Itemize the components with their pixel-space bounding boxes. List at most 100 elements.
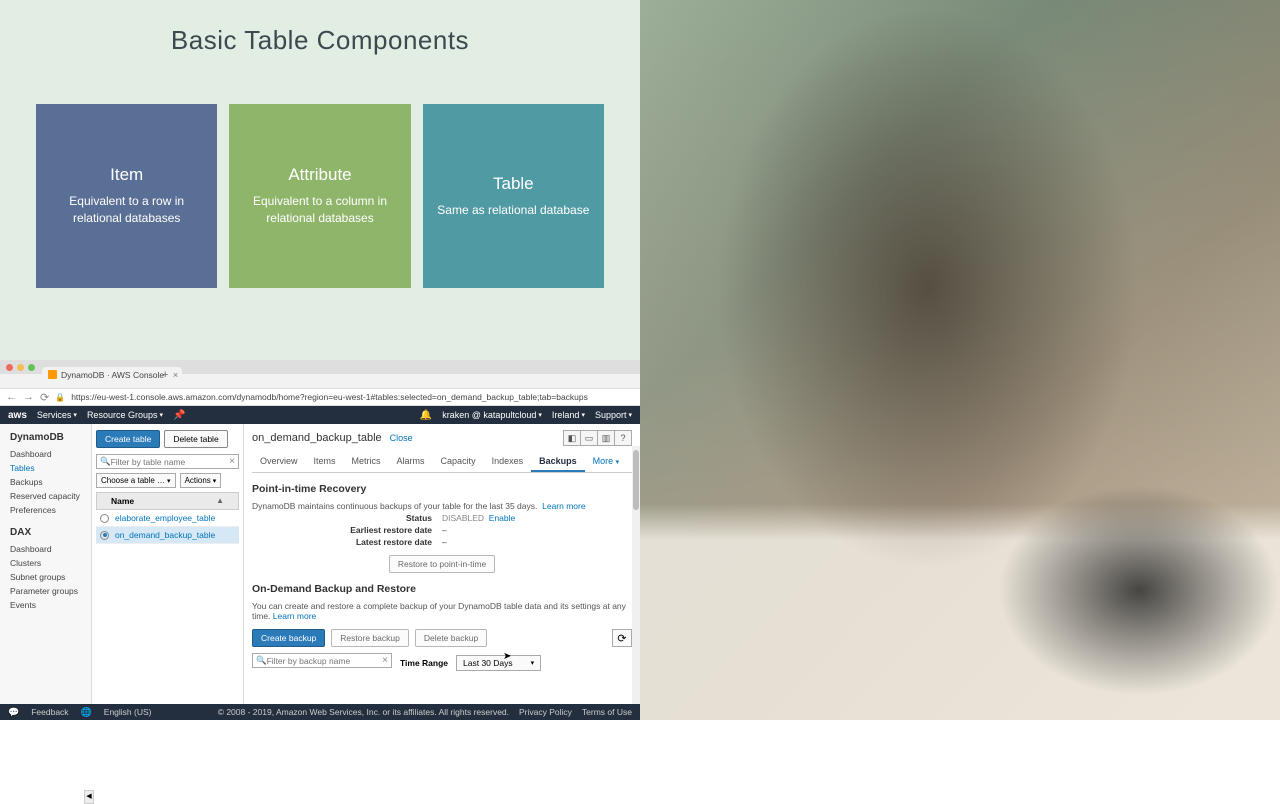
search-icon: 🔍: [256, 655, 267, 666]
presenter-photo: [640, 0, 1280, 720]
console-body: DynamoDB Dashboard Tables Backups Reserv…: [0, 424, 640, 716]
card-desc: Equivalent to a row in relational databa…: [48, 193, 205, 227]
feedback-icon: 💬: [8, 707, 19, 718]
close-tab-icon[interactable]: ×: [173, 370, 178, 380]
delete-table-button[interactable]: Delete table: [164, 430, 227, 448]
detail-panel: on_demand_backup_table Close ◧ ▭ ▥ ? Ove…: [244, 424, 640, 716]
latest-label: Latest restore date: [252, 537, 442, 547]
restore-pitr-button[interactable]: Restore to point-in-time: [389, 555, 495, 573]
clear-filter-icon[interactable]: ×: [229, 456, 235, 467]
region-menu[interactable]: Ireland▾: [552, 410, 585, 420]
tab-indexes[interactable]: Indexes: [484, 452, 532, 472]
create-backup-button[interactable]: Create backup: [252, 629, 325, 647]
close-window-icon[interactable]: [6, 364, 13, 371]
detail-title: on_demand_backup_table: [252, 432, 382, 444]
support-menu[interactable]: Support▾: [595, 410, 632, 420]
scrollbar[interactable]: [632, 446, 640, 716]
card-title: Attribute: [288, 165, 351, 185]
reload-icon[interactable]: ⟳: [40, 391, 49, 404]
radio-icon[interactable]: [100, 531, 109, 540]
view-full-icon[interactable]: ▭: [580, 430, 598, 446]
sidebar-item-parameter-groups[interactable]: Parameter groups: [0, 584, 91, 598]
table-row[interactable]: elaborate_employee_table: [96, 510, 239, 527]
main-panel: Create table Delete table 🔍 × Choose a t…: [92, 424, 640, 716]
close-detail-link[interactable]: Close: [390, 433, 413, 443]
globe-icon: 🌐: [81, 707, 92, 718]
help-icon[interactable]: ?: [614, 430, 632, 446]
time-range-select[interactable]: Last 30 Days▾: [456, 655, 541, 671]
enable-pitr-link[interactable]: Enable: [489, 513, 515, 523]
detail-tabs: Overview Items Metrics Alarms Capacity I…: [252, 452, 632, 473]
refresh-icon[interactable]: ⟳: [612, 629, 632, 647]
status-value: DISABLED: [442, 513, 484, 523]
account-menu[interactable]: kraken @ katapultcloud▾: [442, 410, 542, 420]
table-group-select[interactable]: Choose a table …▾: [96, 473, 176, 488]
tab-backups[interactable]: Backups: [531, 452, 585, 472]
table-link[interactable]: elaborate_employee_table: [115, 513, 215, 523]
sidebar-title-dax: DAX: [0, 525, 91, 542]
learn-more-link[interactable]: Learn more: [273, 611, 316, 621]
maximize-window-icon[interactable]: [28, 364, 35, 371]
sidebar-item-tables[interactable]: Tables: [0, 461, 91, 475]
back-icon[interactable]: ←: [6, 391, 17, 403]
tab-alarms[interactable]: Alarms: [389, 452, 433, 472]
forward-icon[interactable]: →: [23, 391, 34, 403]
delete-backup-button[interactable]: Delete backup: [415, 629, 487, 647]
pitr-desc: DynamoDB maintains continuous backups of…: [252, 501, 632, 511]
slide-cards: Item Equivalent to a row in relational d…: [36, 104, 604, 288]
sidebar-item-backups[interactable]: Backups: [0, 475, 91, 489]
services-menu[interactable]: Services▾: [37, 410, 77, 420]
minimize-window-icon[interactable]: [17, 364, 24, 371]
new-tab-button[interactable]: +: [162, 369, 168, 381]
sidebar-item-preferences[interactable]: Preferences: [0, 503, 91, 517]
tab-metrics[interactable]: Metrics: [344, 452, 389, 472]
restore-backup-button[interactable]: Restore backup: [331, 629, 409, 647]
clear-filter-icon[interactable]: ×: [382, 655, 388, 666]
sidebar-item-events[interactable]: Events: [0, 598, 91, 612]
language-select[interactable]: English (US): [104, 707, 152, 717]
sidebar-item-dax-dashboard[interactable]: Dashboard: [0, 542, 91, 556]
aws-logo[interactable]: aws: [8, 410, 27, 421]
learn-more-link[interactable]: Learn more: [542, 501, 585, 511]
tab-more[interactable]: More ▾: [585, 452, 628, 472]
view-compact-icon[interactable]: ▥: [597, 430, 615, 446]
bell-icon[interactable]: 🔔: [420, 410, 432, 421]
sidebar-title-dynamodb: DynamoDB: [0, 430, 91, 447]
terms-link[interactable]: Terms of Use: [582, 707, 632, 717]
sidebar-item-reserved-capacity[interactable]: Reserved capacity: [0, 489, 91, 503]
favicon-icon: [48, 370, 57, 379]
privacy-link[interactable]: Privacy Policy: [519, 707, 572, 717]
tab-overview[interactable]: Overview: [252, 452, 306, 472]
address-bar: ← → ⟳ 🔒 https://eu-west-1.console.aws.am…: [0, 388, 640, 406]
view-split-icon[interactable]: ◧: [563, 430, 581, 446]
table-header-name[interactable]: Name▲: [96, 492, 239, 510]
sidebar-item-dashboard[interactable]: Dashboard: [0, 447, 91, 461]
table-filter-input[interactable]: [111, 457, 230, 467]
collapse-sidebar-button[interactable]: ◀: [84, 790, 94, 804]
radio-icon[interactable]: [100, 514, 109, 523]
card-title: Table: [493, 174, 534, 194]
feedback-link[interactable]: Feedback: [31, 707, 68, 717]
table-link[interactable]: on_demand_backup_table: [115, 530, 215, 540]
table-filter[interactable]: 🔍 ×: [96, 454, 239, 469]
slide-panel: Basic Table Components Item Equivalent t…: [0, 0, 640, 360]
resource-groups-menu[interactable]: Resource Groups▾: [87, 410, 163, 420]
sidebar: DynamoDB Dashboard Tables Backups Reserv…: [0, 424, 92, 716]
browser-window: DynamoDB · AWS Console × + ← → ⟳ 🔒 https…: [0, 360, 640, 720]
card-title: Item: [110, 165, 143, 185]
url-text[interactable]: https://eu-west-1.console.aws.amazon.com…: [71, 392, 588, 402]
backup-filter[interactable]: 🔍 ×: [252, 653, 392, 668]
actions-menu[interactable]: Actions▾: [180, 473, 222, 488]
pitr-heading: Point-in-time Recovery: [252, 483, 632, 495]
slide-title: Basic Table Components: [36, 25, 604, 56]
card-attribute: Attribute Equivalent to a column in rela…: [229, 104, 410, 288]
aws-header: aws Services▾ Resource Groups▾ 📌 🔔 krake…: [0, 406, 640, 424]
create-table-button[interactable]: Create table: [96, 430, 160, 448]
backup-filter-input[interactable]: [267, 656, 383, 666]
tab-items[interactable]: Items: [306, 452, 344, 472]
tab-capacity[interactable]: Capacity: [433, 452, 484, 472]
sidebar-item-clusters[interactable]: Clusters: [0, 556, 91, 570]
pin-icon[interactable]: 📌: [173, 410, 185, 421]
table-row[interactable]: on_demand_backup_table: [96, 527, 239, 544]
sidebar-item-subnet-groups[interactable]: Subnet groups: [0, 570, 91, 584]
